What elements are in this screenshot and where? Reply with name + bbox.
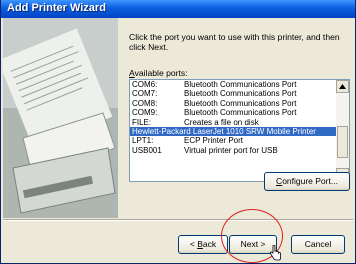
port-row-file[interactable]: FILE: Creates a file on disk — [130, 118, 337, 127]
port-name: COM8: — [132, 98, 158, 108]
port-row-com8[interactable]: COM8: Bluetooth Communications Port — [130, 99, 337, 108]
ports-scrollbar[interactable] — [336, 80, 349, 181]
hand-cursor-icon — [269, 245, 281, 261]
port-row-usb001[interactable]: USB001 Virtual printer port for USB — [130, 146, 337, 155]
instruction-text: Click the port you want to use with this… — [129, 32, 340, 52]
wizard-content: Click the port you want to use with this… — [127, 18, 353, 218]
back-label: ack — [202, 239, 217, 249]
port-name: Hewlett-Packard LaserJet 1010 SRW Mobile… — [132, 127, 316, 136]
available-ports-label: Available ports: — [129, 68, 188, 78]
window-title: Add Printer Wizard — [7, 2, 106, 14]
port-name: COM9: — [132, 108, 158, 118]
port-description: Bluetooth Communications Port — [184, 108, 297, 118]
port-description: Bluetooth Communications Port — [184, 98, 297, 108]
port-row-hp-laserjet-selected[interactable]: Hewlett-Packard LaserJet 1010 SRW Mobile… — [130, 127, 337, 137]
configure-port-button[interactable]: Configure Port... — [264, 172, 350, 191]
port-description: Bluetooth Communications Port — [184, 89, 297, 99]
port-description: Bluetooth Communications Port — [184, 80, 297, 89]
port-name: FILE: — [132, 117, 152, 127]
scroll-thumb[interactable] — [337, 126, 348, 158]
port-row-com9[interactable]: COM9: Bluetooth Communications Port — [130, 108, 337, 117]
port-row-lpt1[interactable]: LPT1: ECP Printer Port — [130, 136, 337, 145]
button-divider — [3, 219, 353, 221]
scroll-up-button[interactable] — [336, 80, 349, 93]
available-ports-list[interactable]: COM6: Bluetooth Communications Port COM7… — [129, 79, 350, 182]
port-description: Virtual printer port for USB — [184, 145, 278, 155]
port-name: COM6: — [132, 80, 158, 89]
port-name: LPT1: — [132, 136, 154, 146]
cancel-button[interactable]: Cancel — [291, 235, 345, 254]
add-printer-wizard-window: Add Printer Wizard Click the port you wa… — [0, 0, 356, 264]
port-row-com7[interactable]: COM7: Bluetooth Communications Port — [130, 89, 337, 98]
configure-port-label: onfigure Port... — [282, 176, 338, 186]
port-name: USB001 — [132, 145, 162, 155]
wizard-illustration — [3, 18, 118, 218]
title-bar[interactable]: Add Printer Wizard — [1, 0, 355, 18]
available-ports-label-text: vailable ports: — [134, 68, 188, 78]
port-name: COM7: — [132, 89, 158, 99]
port-description: ECP Printer Port — [184, 136, 243, 146]
port-row-com6[interactable]: COM6: Bluetooth Communications Port — [130, 80, 337, 89]
scroll-up-arrow-icon — [339, 84, 346, 89]
port-description: Creates a file on disk — [184, 117, 259, 127]
